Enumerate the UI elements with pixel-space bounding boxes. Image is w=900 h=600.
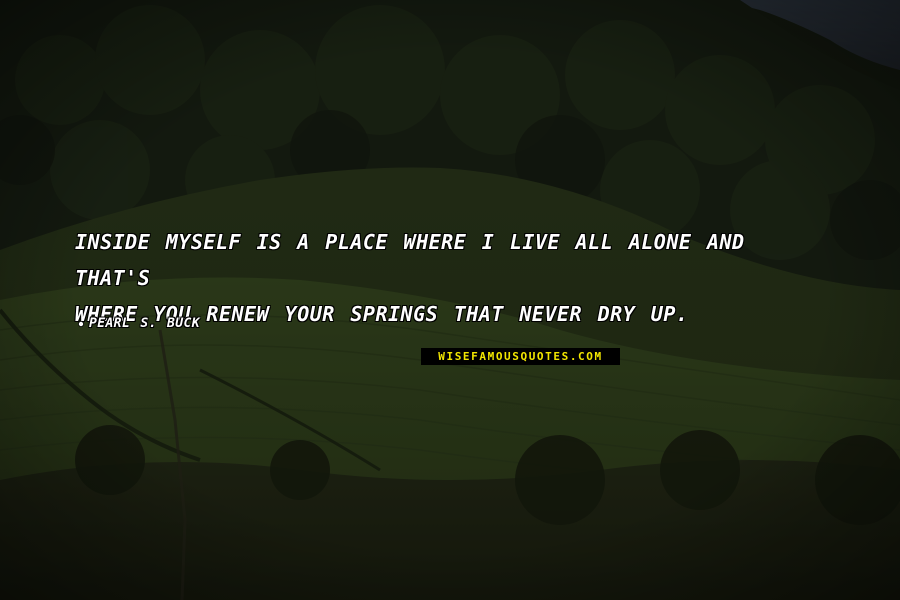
quote-line-1: Inside myself is a place where I live al… <box>75 230 745 290</box>
watermark-badge: WISEFAMOUSQUOTES.COM <box>421 348 620 365</box>
quote-image: Inside myself is a place where I live al… <box>0 0 900 600</box>
author-name[interactable]: Pearl S. Buck <box>89 316 200 331</box>
watermark-text: WISEFAMOUSQUOTES.COM <box>438 350 603 363</box>
bullet-icon <box>78 320 84 327</box>
author-attribution: Pearl S. Buck <box>77 316 200 331</box>
